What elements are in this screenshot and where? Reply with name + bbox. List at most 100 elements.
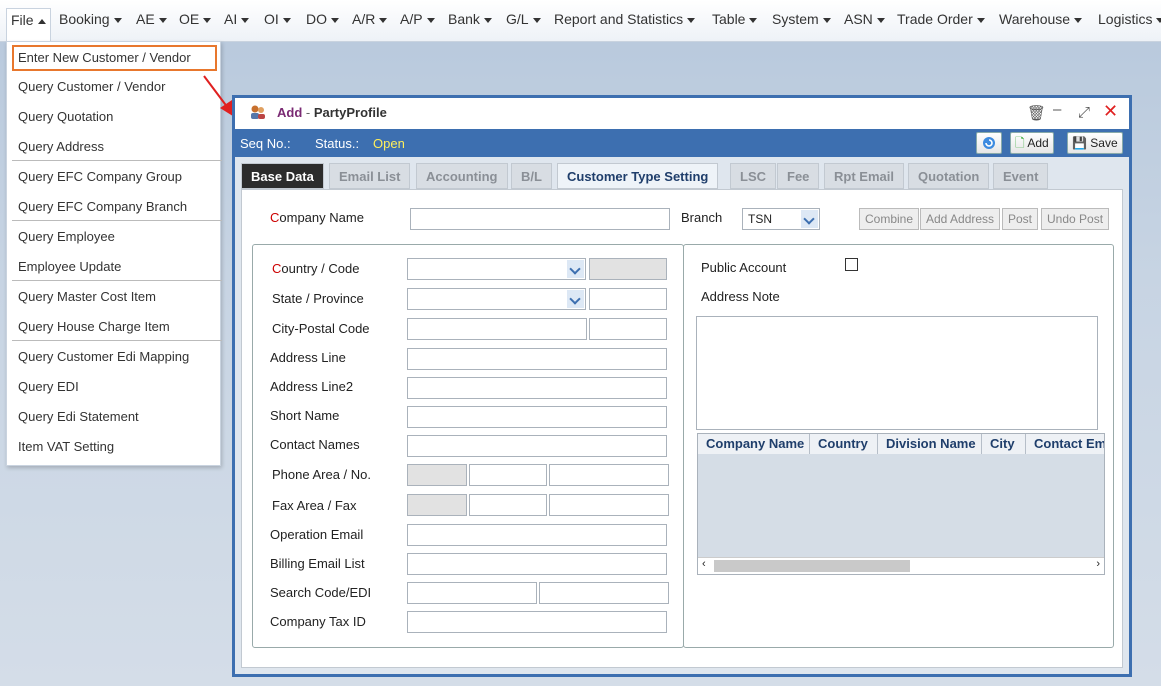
state-code-input[interactable] [589,288,667,310]
menu-item-enter-new-customer[interactable]: Enter New Customer / Vendor [12,45,217,71]
tab-rpt-email[interactable]: Rpt Email [824,163,904,189]
menu-booking[interactable]: Booking [55,8,126,34]
edi-code-input[interactable] [539,582,669,604]
address-line2-label: Address Line2 [270,379,354,394]
phone-label: Phone Area / No. [272,467,372,482]
menu-ai[interactable]: AI [220,8,253,34]
menu-item-employee-update[interactable]: Employee Update [12,254,217,280]
short-name-input[interactable] [407,406,667,428]
add-address-button[interactable]: Add Address [920,208,1001,230]
chevron-down-icon [749,17,758,23]
tab-quotation[interactable]: Quotation [908,163,990,189]
menu-system[interactable]: System [768,8,835,34]
menu-ap[interactable]: A/P [396,8,439,34]
grid-horizontal-scrollbar[interactable]: ‹ › [698,557,1104,574]
branch-select[interactable]: TSN [742,208,820,230]
menu-bank[interactable]: Bank [444,8,496,34]
chevron-down-icon [876,17,885,23]
refresh-button[interactable] [976,132,1002,154]
menu-item-query-employee[interactable]: Query Employee [12,224,217,250]
menu-item-query-house-charge[interactable]: Query House Charge Item [12,314,217,340]
maximize-icon[interactable]: ⤢ [1078,104,1090,121]
menu-ae[interactable]: AE [132,8,171,34]
scroll-right-icon[interactable]: › [1096,558,1100,570]
tab-customer-type-setting[interactable]: Customer Type Setting [557,163,719,189]
menu-file[interactable]: File [6,8,51,42]
tab-lsc[interactable]: LSC [730,163,776,189]
chevron-down-icon [532,17,541,23]
menu-ar[interactable]: A/R [348,8,391,34]
tax-id-input[interactable] [407,611,667,633]
operation-email-label: Operation Email [270,527,364,542]
menu-report[interactable]: Report and Statistics [550,8,699,34]
menu-item-query-edi[interactable]: Query EDI [12,374,217,400]
search-code-input[interactable] [407,582,537,604]
billing-email-input[interactable] [407,553,667,575]
menu-trade-order[interactable]: Trade Order [893,8,989,34]
menu-oi[interactable]: OI [260,8,295,34]
tab-base-data[interactable]: Base Data [241,163,324,189]
phone-area-input[interactable] [469,464,547,486]
contact-names-input[interactable] [407,435,667,457]
billing-email-label: Billing Email List [270,556,365,571]
menu-gl[interactable]: G/L [502,8,545,34]
menu-item-query-edi-statement[interactable]: Query Edi Statement [12,404,217,430]
grid-header: Company Name Country Division Name City … [698,434,1104,454]
address-line-input[interactable] [407,348,667,370]
close-icon[interactable]: ✕ [1103,101,1118,122]
grid-col-company-name[interactable]: Company Name [698,434,810,454]
phone-number-input[interactable] [549,464,669,486]
add-button[interactable]: 🗋 Add [1010,132,1054,154]
address-note-textarea[interactable] [696,316,1098,430]
trash-icon[interactable]: 🗑 [1027,104,1046,122]
tab-accounting[interactable]: Accounting [416,163,508,189]
tab-bl[interactable]: B/L [511,163,552,189]
tab-event[interactable]: Event [993,163,1049,189]
chevron-down-icon [687,17,696,23]
state-select[interactable] [407,288,586,310]
grid-col-country[interactable]: Country [810,434,878,454]
chevron-down-icon [241,17,250,23]
menu-item-query-efc-group[interactable]: Query EFC Company Group [12,164,217,190]
combine-button[interactable]: Combine [859,208,920,230]
company-name-input[interactable] [410,208,670,230]
undo-post-button[interactable]: Undo Post [1041,208,1110,230]
scroll-left-icon[interactable]: ‹ [702,558,706,570]
status-label: Status.: [315,136,360,151]
country-code-input [589,258,667,280]
fax-number-input[interactable] [549,494,669,516]
menu-item-query-efc-branch[interactable]: Query EFC Company Branch [12,194,217,220]
menu-item-vat-setting[interactable]: Item VAT Setting [12,434,217,460]
menu-item-query-address[interactable]: Query Address [12,134,217,160]
grid-col-city[interactable]: City [982,434,1026,454]
chevron-up-icon [37,18,46,24]
fax-area-input[interactable] [469,494,547,516]
menu-item-query-customer[interactable]: Query Customer / Vendor [12,74,217,100]
tab-email-list[interactable]: Email List [329,163,411,189]
menu-oe[interactable]: OE [175,8,215,34]
menu-do[interactable]: DO [302,8,343,34]
menu-warehouse[interactable]: Warehouse [995,8,1086,34]
minimize-icon[interactable]: – [1053,101,1061,118]
city-input[interactable] [407,318,587,340]
country-select[interactable] [407,258,586,280]
menu-asn[interactable]: ASN [840,8,889,34]
menu-table[interactable]: Table [708,8,761,34]
grid-col-division-name[interactable]: Division Name [878,434,982,454]
menu-item-query-edi-mapping[interactable]: Query Customer Edi Mapping [12,344,217,370]
post-button[interactable]: Post [1002,208,1039,230]
fax-label: Fax Area / Fax [272,498,357,513]
operation-email-input[interactable] [407,524,667,546]
save-button[interactable]: 💾 Save [1067,132,1123,154]
menu-item-query-master-cost[interactable]: Query Master Cost Item [12,284,217,310]
menu-logistics[interactable]: Logistics [1094,8,1161,34]
save-icon: 💾 [1072,136,1087,150]
address-line2-input[interactable] [407,377,667,399]
tab-fee[interactable]: Fee [777,163,820,189]
menu-item-query-quotation[interactable]: Query Quotation [12,104,217,130]
public-account-checkbox[interactable] [845,258,858,271]
scroll-thumb[interactable] [714,560,910,572]
chevron-down-icon [483,17,492,23]
postal-code-input[interactable] [589,318,667,340]
grid-col-contact-email[interactable]: Contact Em [1026,434,1104,454]
